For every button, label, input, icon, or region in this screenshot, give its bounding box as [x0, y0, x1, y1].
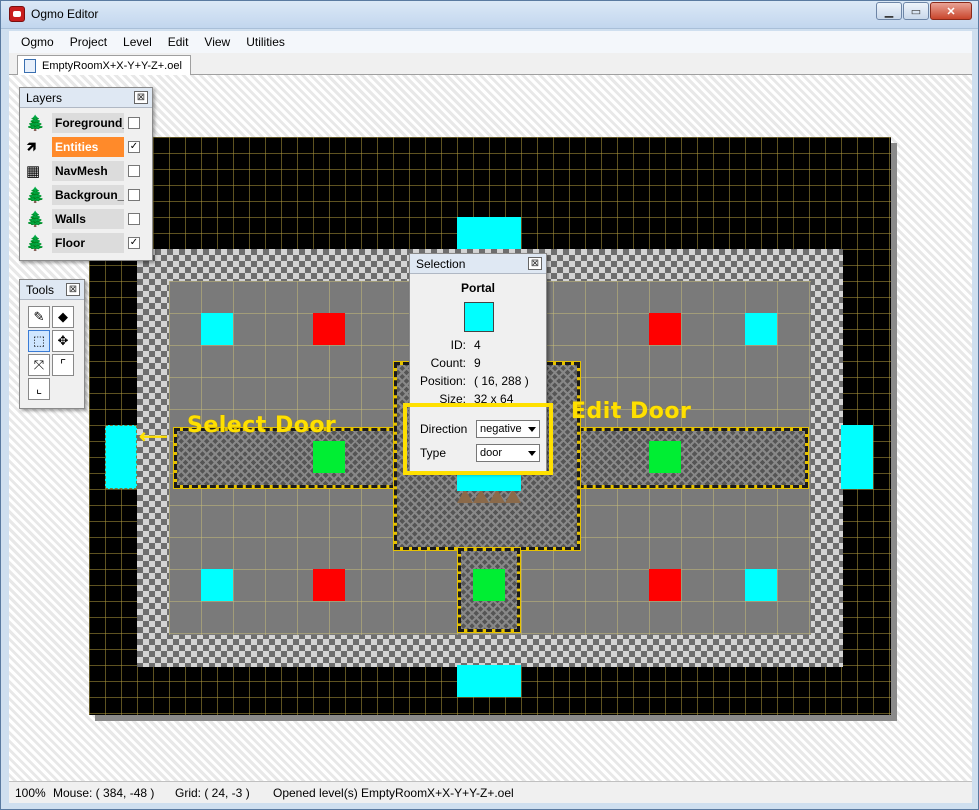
layers-panel-header: Layers ⊠ — [20, 88, 152, 108]
layer-row-navmesh[interactable]: ▦ NavMesh — [24, 160, 148, 182]
layer-visibility-checkbox[interactable] — [128, 189, 140, 201]
menu-bar: Ogmo Project Level Edit View Utilities — [9, 31, 972, 53]
item-marker[interactable] — [313, 441, 345, 473]
field-label: Count: — [430, 356, 466, 370]
field-label: ID: — [450, 338, 466, 352]
tools-panel-close-icon[interactable]: ⊠ — [66, 283, 80, 296]
ogmo-app-icon — [9, 6, 25, 22]
document-icon — [24, 59, 36, 73]
layer-row-walls[interactable]: 🌲 Walls — [24, 208, 148, 230]
field-value: 4 — [474, 338, 481, 352]
selection-panel-title: Selection — [416, 257, 466, 271]
menu-edit[interactable]: Edit — [160, 35, 197, 49]
layer-visibility-checkbox[interactable] — [128, 213, 140, 225]
menu-utilities[interactable]: Utilities — [238, 35, 293, 49]
fill-tool-icon[interactable]: ◆ — [52, 306, 74, 328]
tools-panel: Tools ⊠ ✎ ◆ ⬚ ✥ ⤧ ⌜ ⌞ — [19, 279, 85, 409]
edit-door-highlight — [403, 403, 553, 475]
tools-panel-title: Tools — [26, 283, 55, 297]
field-label: Position: — [419, 374, 466, 388]
title-bar: Ogmo Editor ▁ ▭ ✕ — [1, 1, 978, 29]
tree-tile-icon: 🌲 — [26, 187, 45, 204]
window-controls: ▁ ▭ ✕ — [876, 2, 972, 20]
status-bar: 100% Mouse: ( 384, -48 ) Grid: ( 24, -3 … — [9, 781, 972, 803]
layer-row-entities[interactable]: 🡽 Entities ✓ — [24, 136, 148, 158]
layer-visibility-checkbox[interactable]: ✓ — [128, 237, 140, 249]
field-value: 9 — [474, 356, 481, 370]
edit-door-annotation: Edit Door — [571, 399, 692, 424]
move-tool-icon[interactable]: ✥ — [52, 330, 74, 352]
spawn-marker[interactable] — [649, 313, 681, 345]
layer-visibility-checkbox[interactable] — [128, 165, 140, 177]
portal-west-selected[interactable] — [105, 425, 137, 489]
node-tool-icon[interactable]: ⌞ — [28, 378, 50, 400]
tools-panel-header: Tools ⊠ — [20, 280, 84, 300]
layer-row-foreground[interactable]: 🌲 Foreground_ — [24, 112, 148, 134]
resize-tool-icon[interactable]: ⤧ — [28, 354, 50, 376]
maximize-button[interactable]: ▭ — [903, 2, 929, 20]
field-value: ( 16, 288 ) — [474, 374, 529, 388]
layer-row-floor[interactable]: 🌲 Floor ✓ — [24, 232, 148, 254]
portal-marker[interactable] — [201, 313, 233, 345]
select-door-annotation: Select Door — [187, 413, 337, 438]
grid-icon: ▦ — [26, 163, 41, 180]
spawn-marker[interactable] — [313, 313, 345, 345]
entity-name: Portal — [460, 281, 495, 295]
menu-project[interactable]: Project — [62, 35, 115, 49]
layers-panel: Layers ⊠ 🌲 Foreground_ 🡽 Entities ✓ ▦ Na… — [19, 87, 153, 261]
portal-marker[interactable] — [745, 313, 777, 345]
layers-panel-title: Layers — [26, 91, 63, 105]
portal-north[interactable] — [457, 217, 521, 249]
pencil-tool-icon[interactable]: ✎ — [28, 306, 50, 328]
selection-panel-header: Selection ⊠ — [410, 254, 546, 274]
app-window: Ogmo Editor ▁ ▭ ✕ Ogmo Project Level Edi… — [0, 0, 979, 810]
close-button[interactable]: ✕ — [930, 2, 972, 20]
spawn-marker[interactable] — [313, 569, 345, 601]
layers-panel-close-icon[interactable]: ⊠ — [134, 91, 148, 104]
portal-center[interactable] — [457, 473, 521, 491]
portal-marker[interactable] — [201, 569, 233, 601]
tree-tile-icon: 🌲 — [26, 211, 45, 228]
status-mouse: Mouse: ( 384, -48 ) — [53, 786, 155, 800]
status-zoom: 100% — [15, 786, 46, 800]
document-tab-bar: EmptyRoomX+X-Y+Y-Z+.oel — [9, 53, 972, 76]
document-tab[interactable]: EmptyRoomX+X-Y+Y-Z+.oel — [17, 55, 191, 76]
status-message: Opened level(s) EmptyRoomX+X-Y+Y-Z+.oel — [273, 786, 514, 800]
layer-name[interactable]: Foreground_ — [52, 113, 124, 133]
tree-tile-icon: 🌲 — [26, 235, 45, 252]
entity-cursor-icon: 🡽 — [26, 139, 37, 156]
rotate-tool-icon[interactable]: ⌜ — [52, 354, 74, 376]
spawn-marker[interactable] — [649, 569, 681, 601]
document-tab-label: EmptyRoomX+X-Y+Y-Z+.oel — [42, 60, 182, 72]
minimize-button[interactable]: ▁ — [876, 2, 902, 20]
layer-name[interactable]: Entities — [52, 137, 124, 157]
select-tool-icon[interactable]: ⬚ — [28, 330, 50, 352]
tree-tile-icon: 🌲 — [26, 115, 45, 132]
menu-level[interactable]: Level — [115, 35, 160, 49]
layer-name[interactable]: Walls — [52, 209, 124, 229]
layer-name[interactable]: NavMesh — [52, 161, 124, 181]
layer-row-background[interactable]: 🌲 Backgroun_ — [24, 184, 148, 206]
item-marker[interactable] — [473, 569, 505, 601]
spike-row — [457, 489, 521, 503]
layer-name[interactable]: Floor — [52, 233, 124, 253]
selection-panel-close-icon[interactable]: ⊠ — [528, 257, 542, 270]
select-door-arrow: ⟵ — [139, 426, 168, 448]
status-grid: Grid: ( 24, -3 ) — [175, 786, 250, 800]
portal-east[interactable] — [841, 425, 873, 489]
layer-name[interactable]: Backgroun_ — [52, 185, 124, 205]
menu-view[interactable]: View — [196, 35, 238, 49]
layer-visibility-checkbox[interactable] — [128, 117, 140, 129]
item-marker[interactable] — [649, 441, 681, 473]
portal-south[interactable] — [457, 665, 521, 697]
window-title: Ogmo Editor — [31, 7, 99, 21]
portal-marker[interactable] — [745, 569, 777, 601]
entity-color-swatch — [464, 302, 494, 332]
layer-visibility-checkbox[interactable]: ✓ — [128, 141, 140, 153]
menu-ogmo[interactable]: Ogmo — [13, 35, 62, 49]
